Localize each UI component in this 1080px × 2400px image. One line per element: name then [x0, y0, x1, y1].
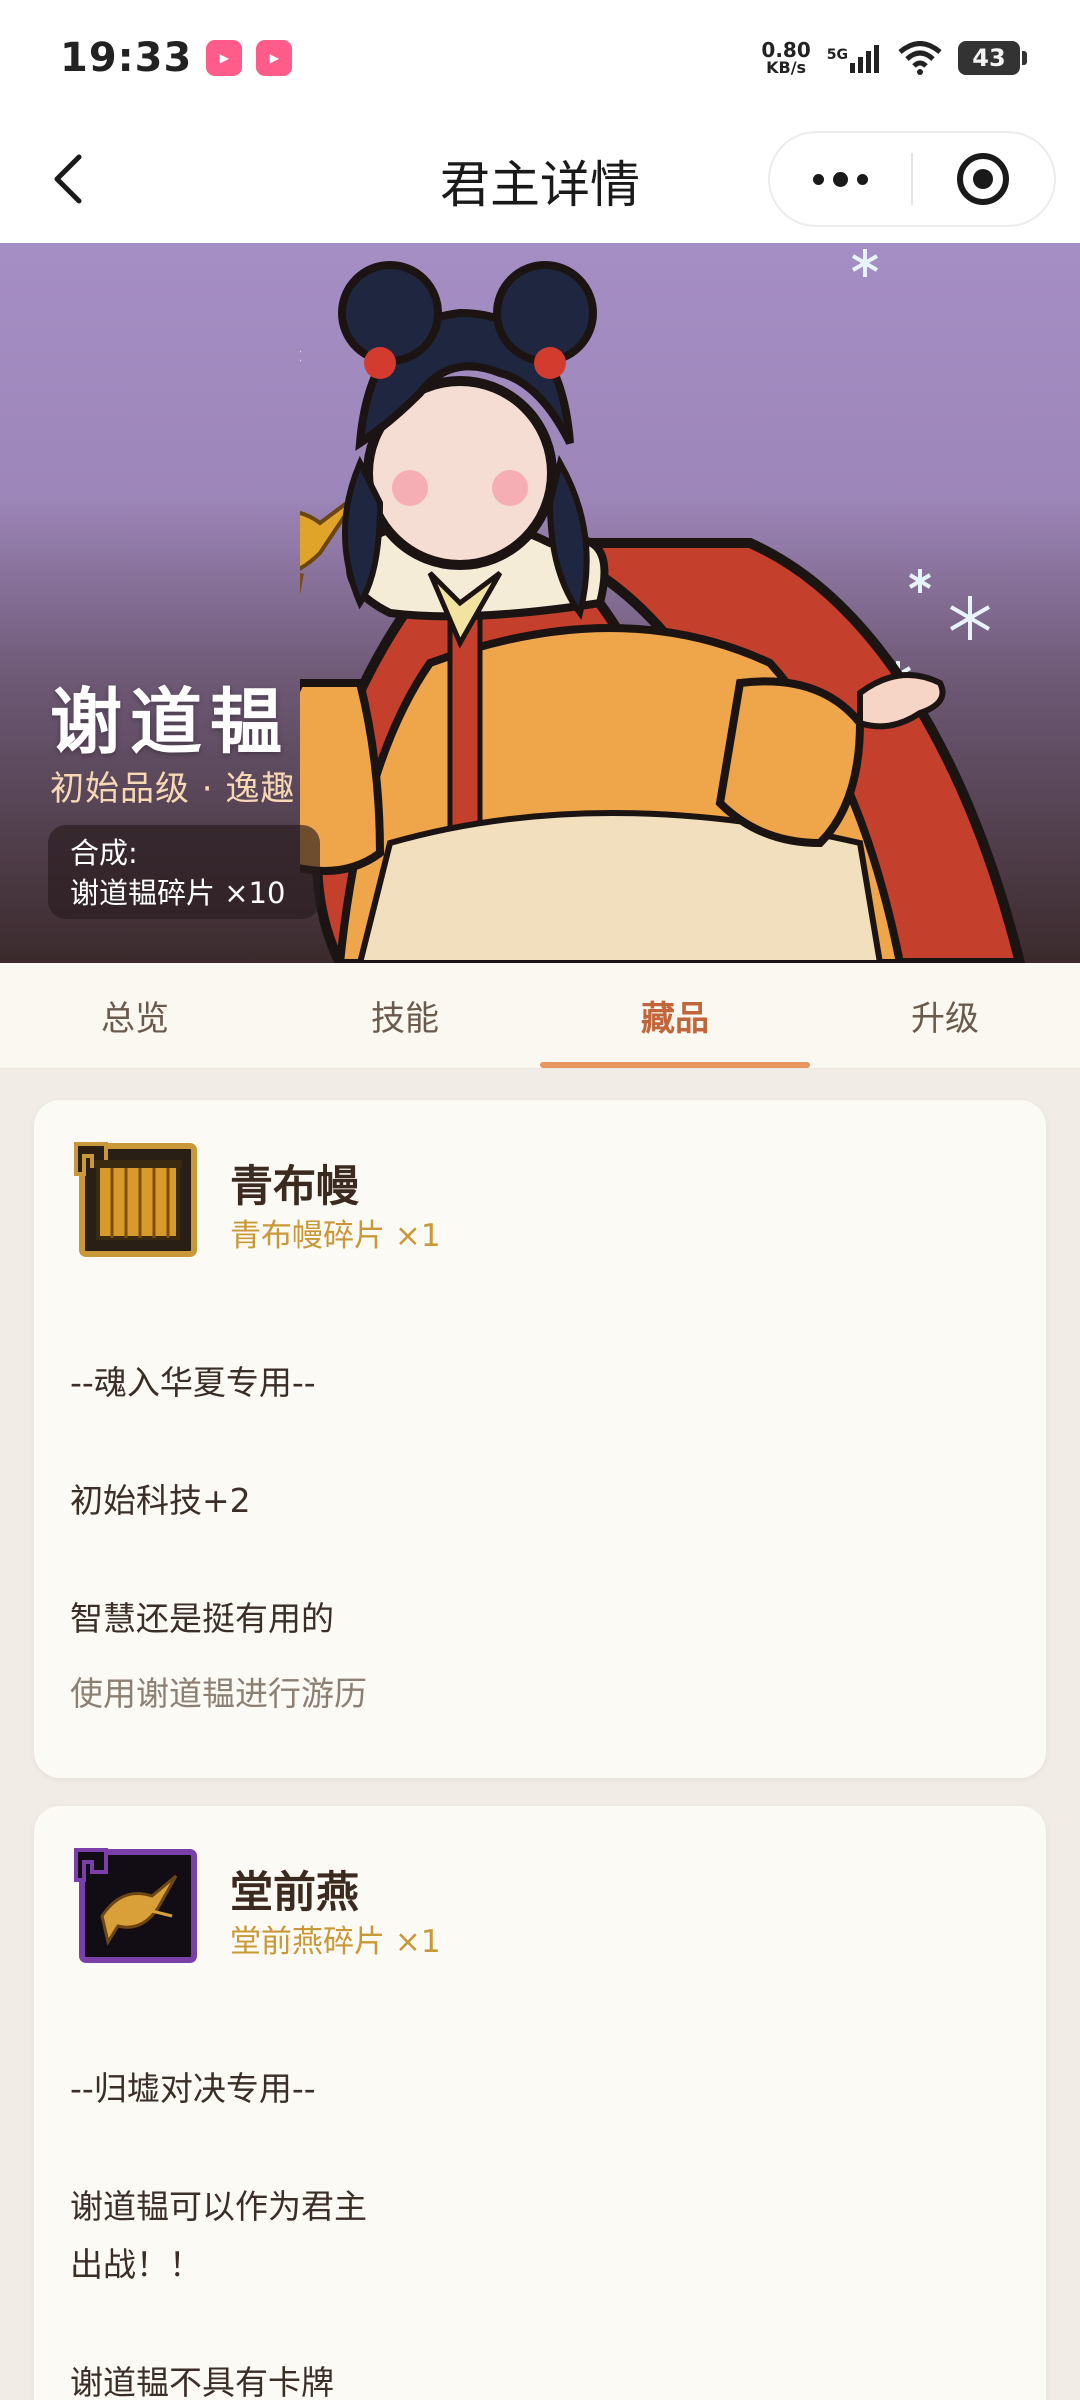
target-circle-icon: [957, 153, 1010, 205]
wifi-icon: [898, 40, 942, 75]
status-bar: 19:33 ▶ ▶ 0.80 KB/s 5G 43: [0, 0, 1080, 115]
synthesis-value: 谢道韫碎片 ×10: [70, 876, 286, 910]
blue-curtain-icon: [74, 1142, 197, 1257]
character-illustration: [300, 249, 1026, 963]
bilibili-app-icon: ▶: [206, 39, 243, 76]
item-fragment: 青布幔碎片 ×1: [230, 1218, 441, 1254]
item-fragment: 堂前燕碎片 ×1: [230, 1924, 441, 1960]
more-dots-icon: [813, 171, 868, 187]
close-mini-program-button[interactable]: [913, 133, 1054, 225]
tab-upgrade[interactable]: 升级: [810, 963, 1080, 1068]
synthesis-label: 合成:: [70, 836, 138, 870]
item-description: 谢道韫可以作为君主: [70, 2187, 367, 2226]
tab-collection[interactable]: 藏品: [540, 963, 810, 1068]
swallow-icon: [74, 1848, 197, 1963]
nav-bar: 君主详情: [0, 115, 1080, 243]
collection-card: 堂前燕 堂前燕碎片 ×1 --归墟对决专用-- 谢道韫可以作为君主 出战！！ 谢…: [34, 1806, 1046, 2400]
more-button[interactable]: [770, 133, 911, 225]
hero-banner: 谢道韫 初始品级 · 逸趣 合成: 谢道韫碎片 ×10: [0, 243, 1080, 963]
network-speed: 0.80 KB/s: [761, 37, 811, 77]
signal-icon: 5G: [827, 43, 882, 73]
item-name: 堂前燕: [230, 1868, 359, 1918]
detail-tabs: 总览 技能 藏品 升级: [0, 963, 1080, 1069]
item-description: --归墟对决专用--: [70, 2069, 316, 2108]
synthesis-info: 合成: 谢道韫碎片 ×10: [48, 825, 320, 919]
tab-overview[interactable]: 总览: [0, 963, 270, 1068]
item-hint: 使用谢道韫进行游历: [70, 1674, 367, 1713]
tab-skills[interactable]: 技能: [270, 963, 540, 1068]
item-description: --魂入华夏专用--: [70, 1363, 316, 1402]
battery-icon: 43: [958, 40, 1027, 75]
item-name: 青布幔: [230, 1162, 359, 1212]
item-description: 初始科技+2: [70, 1481, 251, 1520]
item-description: 出战！！: [70, 2245, 202, 2284]
bilibili-app-icon: ▶: [256, 39, 293, 76]
item-description: 谢道韫不具有卡牌: [70, 2363, 334, 2400]
collection-card: 青布幔 青布幔碎片 ×1 --魂入华夏专用-- 初始科技+2 智慧还是挺有用的 …: [34, 1100, 1046, 1778]
lord-grade: 初始品级 · 逸趣: [50, 769, 296, 809]
item-description: 智慧还是挺有用的: [70, 1599, 334, 1638]
mini-program-capsule: [768, 131, 1056, 227]
status-time: 19:33: [60, 34, 193, 81]
lord-name: 谢道韫: [50, 680, 291, 764]
